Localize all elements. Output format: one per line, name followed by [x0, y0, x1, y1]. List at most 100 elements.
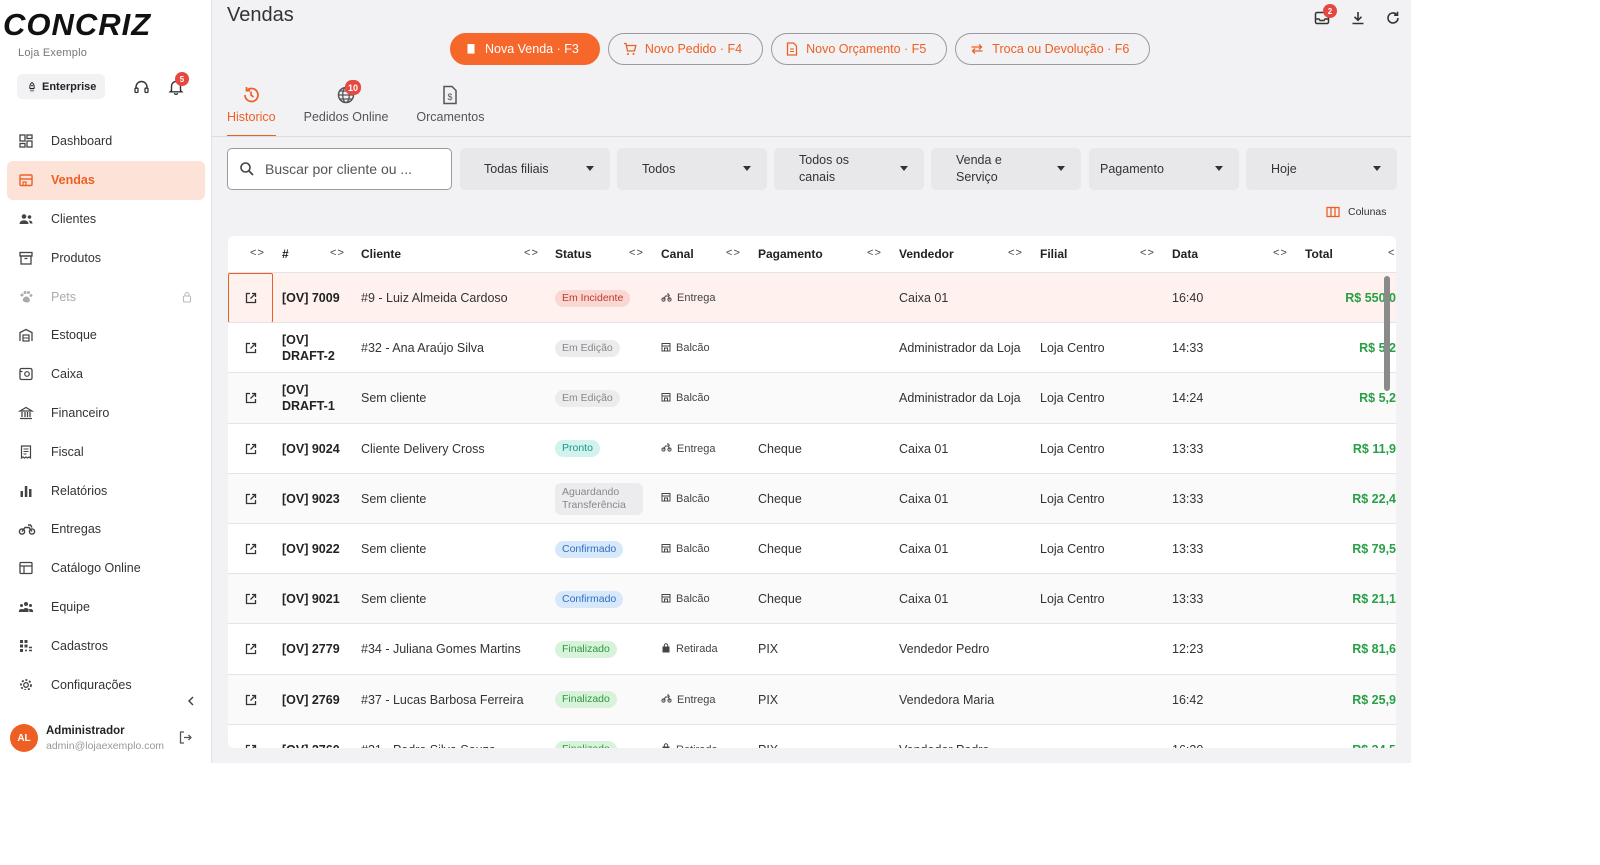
column-header-status[interactable]: Status [555, 236, 592, 272]
sidebar-item-relatorios[interactable]: Relatórios [7, 471, 205, 510]
open-sale-button[interactable] [228, 524, 273, 574]
open-sale-button[interactable] [228, 474, 273, 524]
resize-handle-icon[interactable]: < > [726, 247, 740, 259]
sidebar-item-vendas[interactable]: Vendas [7, 160, 205, 200]
sidebar-item-caixa[interactable]: Caixa [7, 355, 205, 394]
plan-badge[interactable]: Enterprise [17, 74, 106, 99]
avatar[interactable]: AL [10, 724, 38, 752]
period-filter[interactable]: Hoje [1246, 148, 1397, 190]
table-scrollbar[interactable] [1384, 276, 1390, 391]
open-sale-button[interactable] [228, 725, 273, 748]
tab-pedidos-online[interactable]: 10 Pedidos Online [303, 80, 389, 137]
resize-handle-icon[interactable]: < > [524, 247, 538, 259]
channel-filter[interactable]: Todos os canais [774, 148, 924, 190]
open-sale-button[interactable] [228, 424, 273, 474]
channel-label: Balcão [676, 543, 710, 555]
counter-icon [661, 342, 671, 355]
client-name: Sem cliente [361, 542, 427, 556]
inbox-button[interactable]: 2 [1312, 4, 1337, 28]
open-sale-button[interactable] [228, 675, 273, 725]
tab-historico[interactable]: Historico [227, 82, 276, 137]
resize-handle-icon[interactable]: < > [1273, 247, 1287, 259]
table-row[interactable]: [OV] DRAFT-2 #32 - Ana Araújo Silva Em E… [228, 322, 1396, 372]
notifications-button[interactable]: 5 [165, 72, 189, 98]
table-row[interactable]: [OV] 9024 Cliente Delivery Cross Pronto … [228, 422, 1396, 474]
branch-name [1040, 725, 1150, 748]
new-order-label: Novo Pedido · F4 [644, 42, 743, 56]
table-row[interactable]: [OV] 9023 Sem cliente Aguardando Transfe… [228, 472, 1396, 524]
branch-filter[interactable]: Todas filiais [460, 148, 610, 190]
table-row[interactable]: [OV] 9022 Sem cliente Confirmado Balcão … [228, 523, 1396, 573]
support-button[interactable] [130, 76, 152, 98]
branch-name: Loja Centro [1040, 491, 1105, 506]
new-quote-button[interactable]: Novo Orçamento · F5 [771, 33, 948, 65]
column-header-branch[interactable]: Filial [1040, 236, 1067, 272]
type-filter[interactable]: Venda e Serviço [931, 148, 1081, 190]
seller-name: Vendedor Pedro [899, 725, 1029, 748]
resize-handle-icon[interactable]: < [1388, 247, 1395, 259]
refresh-button[interactable] [1383, 8, 1403, 28]
tab-label: Pedidos Online [303, 110, 389, 124]
sidebar-item-label: Caixa [51, 367, 83, 382]
new-sale-button[interactable]: Nova Venda · F3 [450, 33, 600, 65]
tab-orcamentos[interactable]: $ Orcamentos [416, 82, 485, 137]
delivery-icon [661, 693, 672, 706]
status-filter[interactable]: Todos [617, 148, 767, 190]
table-row[interactable]: [OV] 2779 #34 - Juliana Gomes Martins Fi… [228, 623, 1396, 673]
open-sale-button[interactable] [228, 373, 273, 423]
grid-icon [20, 639, 32, 652]
sidebar-item-entregas[interactable]: Entregas [7, 510, 205, 549]
table-row[interactable]: [OV] 9021 Sem cliente Confirmado Balcão … [228, 573, 1396, 624]
sidebar-item-dashboard[interactable]: Dashboard [7, 122, 205, 161]
column-header-number[interactable]: # [282, 236, 289, 272]
open-sale-button[interactable] [228, 273, 273, 323]
caret-down-icon [586, 166, 594, 171]
dashboard-icon [19, 134, 33, 149]
client-name: #21 - Pedro Silva Souza [361, 725, 546, 748]
sidebar-item-financeiro[interactable]: Financeiro [7, 394, 205, 433]
sidebar-item-clientes[interactable]: Clientes [7, 200, 205, 239]
sidebar-item-estoque[interactable]: Estoque [7, 316, 205, 355]
sidebar-item-pets[interactable]: Pets [7, 277, 205, 316]
seller-name: Caixa 01 [899, 491, 949, 506]
tab-label: Orcamentos [416, 110, 485, 124]
logout-button[interactable] [178, 730, 193, 750]
table-row[interactable]: [OV] 2769 #37 - Lucas Barbosa Ferreira F… [228, 673, 1396, 725]
columns-button[interactable]: Colunas [1326, 206, 1387, 218]
resize-handle-icon[interactable]: < > [867, 247, 881, 259]
resize-handle-icon[interactable]: < > [1008, 247, 1022, 259]
resize-handle-icon[interactable]: < > [629, 247, 643, 259]
table-row[interactable]: [OV] DRAFT-1 Sem cliente Em Edição Balcã… [228, 372, 1396, 423]
new-order-button[interactable]: Novo Pedido · F4 [607, 33, 764, 65]
download-button[interactable] [1348, 8, 1368, 28]
table-row[interactable]: [OV] 7009 #9 - Luiz Almeida Cardoso Em I… [228, 272, 1396, 323]
table-row[interactable]: [OV] 2760 #21 - Pedro Silva Souza Finali… [228, 723, 1396, 748]
exchange-return-label: Troca ou Devolução · F6 [992, 42, 1130, 56]
column-header-total[interactable]: Total [1305, 236, 1333, 272]
column-header-seller[interactable]: Vendedor [899, 236, 954, 272]
collapse-sidebar-button[interactable] [186, 695, 196, 710]
column-header-client[interactable]: Cliente [361, 236, 401, 272]
sale-number: [OV] DRAFT-1 [282, 383, 335, 414]
users-icon [19, 214, 33, 224]
resize-handle-icon[interactable]: < > [250, 247, 264, 259]
payment-filter[interactable]: Pagamento [1089, 148, 1239, 190]
exchange-return-button[interactable]: Troca ou Devolução · F6 [955, 33, 1151, 65]
column-header-channel[interactable]: Canal [661, 236, 694, 272]
open-sale-button[interactable] [228, 574, 273, 624]
sidebar-item-cadastros[interactable]: Cadastros [7, 626, 205, 665]
search-box[interactable] [227, 148, 452, 190]
sidebar-item-catalogo-online[interactable]: Catálogo Online [7, 549, 205, 588]
column-header-date[interactable]: Data [1172, 236, 1198, 272]
column-header-payment[interactable]: Pagamento [758, 236, 823, 272]
search-input[interactable] [265, 161, 435, 177]
sidebar-item-configuracoes[interactable]: Configurações [7, 665, 205, 690]
sidebar-item-equipe[interactable]: Equipe [7, 588, 205, 627]
payment-filter-value: Pagamento [1100, 161, 1164, 176]
resize-handle-icon[interactable]: < > [330, 247, 344, 259]
sidebar-item-produtos[interactable]: Produtos [7, 238, 205, 277]
resize-handle-icon[interactable]: < > [1140, 247, 1154, 259]
sidebar-item-fiscal[interactable]: Fiscal [7, 432, 205, 471]
open-sale-button[interactable] [228, 624, 273, 674]
open-sale-button[interactable] [228, 323, 273, 373]
